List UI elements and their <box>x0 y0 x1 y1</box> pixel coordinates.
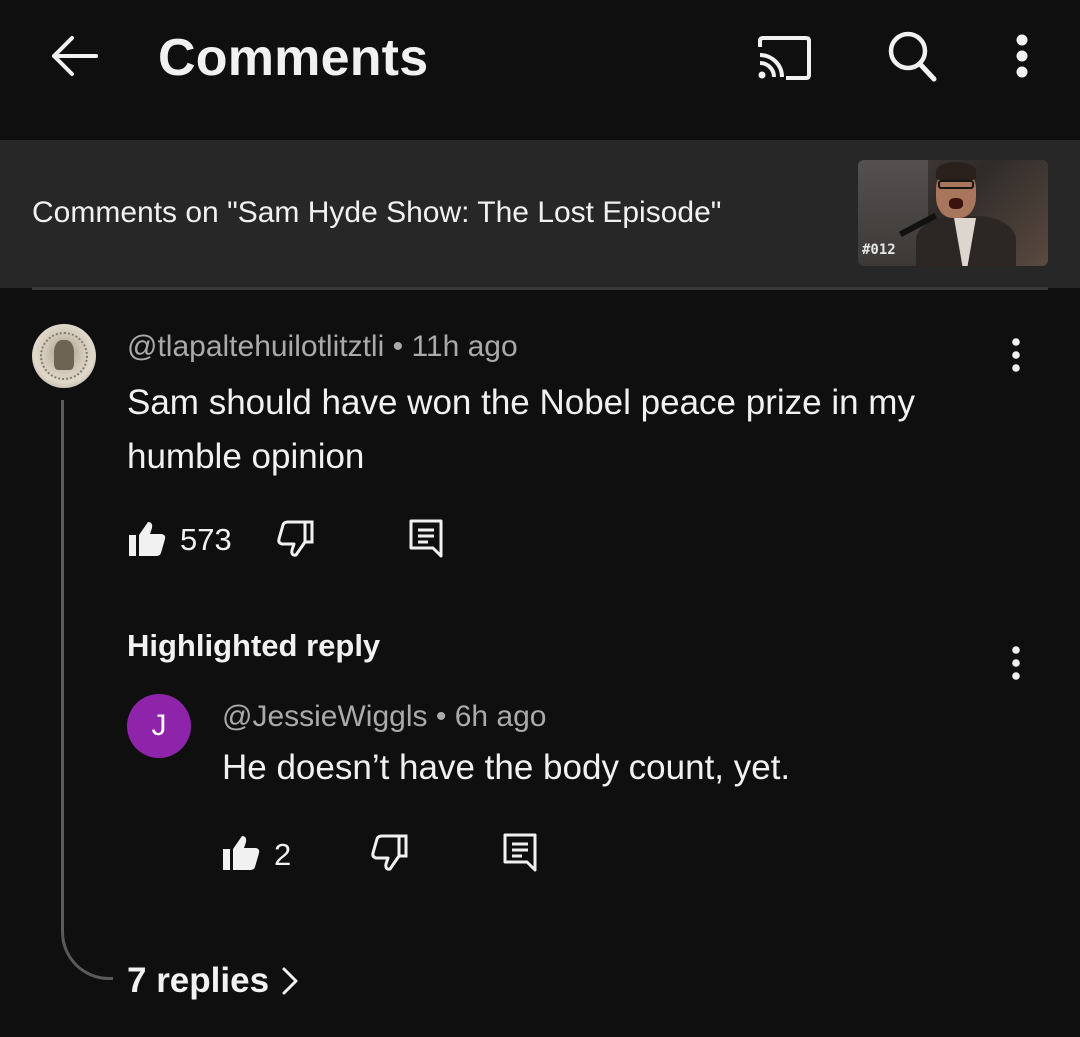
reply-button[interactable] <box>402 512 450 564</box>
thread-connector-line <box>61 400 113 980</box>
more-options-button[interactable] <box>996 24 1048 88</box>
reply-author-handle[interactable]: @JessieWiggls <box>222 700 428 733</box>
thumbnail-episode-badge: #012 <box>862 242 896 258</box>
meta-separator: • <box>392 330 404 363</box>
thumb-up-filled-icon <box>223 836 260 870</box>
more-vert-icon <box>1012 338 1020 372</box>
video-thumbnail[interactable]: #012 <box>858 160 1048 266</box>
like-count: 573 <box>180 522 232 557</box>
page-title: Comments <box>158 29 429 87</box>
avatar-letter: J <box>151 709 167 742</box>
comment-reply-icon <box>409 519 443 558</box>
comment-text: Sam should have won the Nobel peace priz… <box>127 383 915 476</box>
thumb-up-filled-icon <box>129 522 166 556</box>
reply-avatar[interactable]: J <box>127 694 191 758</box>
thumb-down-icon <box>277 520 314 557</box>
more-vert-icon <box>1016 34 1028 78</box>
reply-text: He doesn’t have the body count, yet. <box>222 748 791 787</box>
meta-separator: • <box>435 700 447 733</box>
thumbnail-figure-hair <box>936 162 976 180</box>
search-button[interactable] <box>878 24 946 88</box>
chevron-right-icon <box>282 967 298 995</box>
search-icon <box>888 31 937 82</box>
reply-meta: @JessieWiggls • 6h ago <box>222 700 546 734</box>
video-context-bar[interactable]: Comments on "Sam Hyde Show: The Lost Epi… <box>0 140 1080 288</box>
cast-icon <box>758 36 811 80</box>
reply-action-menu-button[interactable] <box>996 638 1036 688</box>
commenter-avatar[interactable] <box>32 324 96 388</box>
replies-count-label: 7 replies <box>127 961 270 1000</box>
thumbnail-figure-mouth <box>949 198 963 209</box>
view-replies-button[interactable]: 7 replies <box>127 958 299 1004</box>
reply-reply-button[interactable] <box>496 826 544 878</box>
comment-action-menu-button[interactable] <box>996 330 1036 380</box>
arrow-left-icon <box>52 36 98 76</box>
comment-age: 11h ago <box>411 330 518 363</box>
reply-dislike-button[interactable] <box>366 830 412 876</box>
reply-like-button[interactable] <box>218 830 264 876</box>
comment-reply-icon <box>503 833 537 872</box>
comment-meta: @tlapaltehuilotlitztli • 11h ago <box>127 330 518 364</box>
section-divider <box>32 287 1048 290</box>
video-context-text: Comments on "Sam Hyde Show: The Lost Epi… <box>32 196 722 229</box>
cast-button[interactable] <box>748 28 820 88</box>
comment-author-handle[interactable]: @tlapaltehuilotlitztli <box>127 330 384 363</box>
more-vert-icon <box>1012 646 1020 680</box>
like-button[interactable] <box>124 516 170 562</box>
highlighted-reply-label: Highlighted reply <box>127 628 381 663</box>
top-app-bar: Comments <box>0 0 1080 140</box>
dislike-button[interactable] <box>272 516 318 562</box>
thumb-down-icon <box>371 834 408 871</box>
avatar-emblem <box>54 340 74 370</box>
back-button[interactable] <box>40 26 108 86</box>
reply-age: 6h ago <box>454 700 547 733</box>
thumbnail-figure-glasses <box>938 180 974 189</box>
reply-like-count: 2 <box>274 837 292 872</box>
